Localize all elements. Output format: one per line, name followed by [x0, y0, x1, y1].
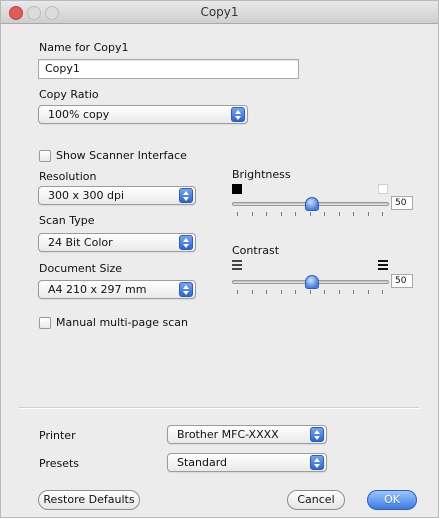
high-contrast-icon [378, 260, 388, 270]
restore-defaults-button[interactable]: Restore Defaults [38, 490, 140, 510]
chevron-updown-icon [310, 455, 324, 470]
presets-popup[interactable]: Standard [167, 453, 327, 472]
printer-value: Brother MFC-XXXX [177, 428, 279, 441]
manual-multi-page-scan-label: Manual multi-page scan [56, 316, 189, 329]
cancel-button[interactable]: Cancel [287, 490, 345, 510]
title-bar: Copy1 [1, 1, 438, 24]
resolution-popup[interactable]: 300 x 300 dpi [38, 186, 196, 205]
low-contrast-icon [232, 260, 242, 270]
scan-type-popup[interactable]: 24 Bit Color [38, 233, 196, 252]
contrast-label: Contrast [232, 244, 280, 257]
presets-value: Standard [177, 456, 228, 469]
resolution-label: Resolution [39, 170, 97, 183]
chevron-updown-icon [310, 427, 324, 442]
copy-ratio-value: 100% copy [48, 108, 110, 121]
printer-label: Printer [39, 429, 76, 442]
copy-dialog-window: Copy1 Name for Copy1 Copy1 Copy Ratio 10… [0, 0, 439, 518]
scan-type-value: 24 Bit Color [48, 236, 113, 249]
chevron-updown-icon [179, 188, 193, 203]
chevron-updown-icon [231, 107, 245, 122]
contrast-ticks [237, 290, 383, 296]
light-swatch-icon [378, 184, 388, 194]
brightness-ticks [237, 212, 383, 218]
printer-popup[interactable]: Brother MFC-XXXX [167, 425, 327, 444]
show-scanner-interface-checkbox[interactable] [39, 150, 51, 162]
document-size-value: A4 210 x 297 mm [48, 283, 147, 296]
name-label: Name for Copy1 [39, 41, 129, 54]
separator [19, 407, 419, 409]
document-size-popup[interactable]: A4 210 x 297 mm [38, 280, 196, 299]
window-title: Copy1 [200, 5, 239, 19]
chevron-updown-icon [179, 282, 193, 297]
contrast-slider-knob[interactable] [305, 275, 319, 289]
manual-multi-page-scan-checkbox[interactable] [39, 317, 51, 329]
brightness-slider-knob[interactable] [305, 197, 319, 211]
document-size-label: Document Size [39, 262, 123, 275]
scan-type-label: Scan Type [39, 214, 95, 227]
resolution-value: 300 x 300 dpi [48, 189, 125, 202]
show-scanner-interface-label: Show Scanner Interface [56, 149, 187, 162]
chevron-updown-icon [179, 235, 193, 250]
dark-swatch-icon [232, 184, 242, 194]
presets-label: Presets [39, 457, 80, 470]
brightness-value[interactable]: 50 [391, 196, 413, 210]
copy-ratio-label: Copy Ratio [39, 88, 99, 101]
copy-ratio-popup[interactable]: 100% copy [38, 105, 248, 124]
contrast-value[interactable]: 50 [391, 274, 413, 288]
ok-button[interactable]: OK [367, 490, 417, 510]
name-field[interactable]: Copy1 [38, 59, 299, 79]
brightness-label: Brightness [232, 168, 291, 181]
